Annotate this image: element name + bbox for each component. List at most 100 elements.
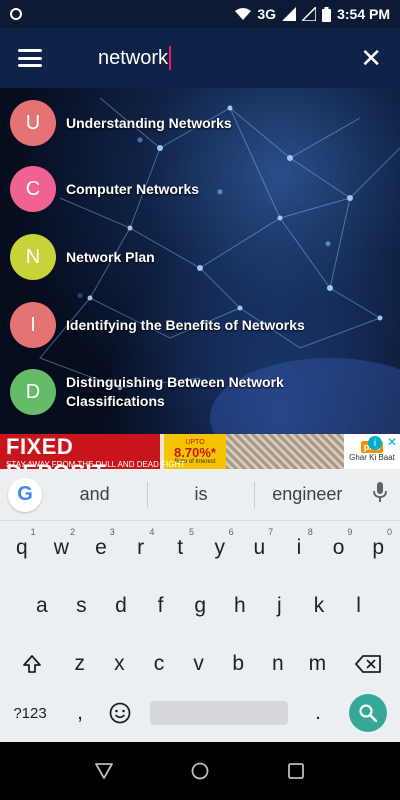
key-f-label: f	[157, 594, 164, 617]
key-e-label: e	[95, 536, 107, 559]
key-s[interactable]: s	[62, 584, 102, 628]
period-key[interactable]: .	[298, 691, 338, 735]
app-bar: network ✕	[0, 28, 400, 88]
google-icon[interactable]: G	[8, 477, 42, 512]
key-g-label: g	[194, 594, 207, 617]
result-item[interactable]: C Computer Networks	[0, 166, 400, 212]
network-type: 3G	[257, 6, 277, 22]
key-b-label: b	[232, 652, 245, 675]
text-cursor	[169, 46, 172, 70]
emoji-key[interactable]	[100, 691, 140, 735]
signal-icon-2	[302, 7, 317, 21]
result-item[interactable]: D Distinguishing Between Network Classifi…	[0, 369, 400, 415]
key-p-hint: 0	[386, 527, 392, 537]
key-k-label: k	[313, 594, 325, 617]
key-p[interactable]: p0	[358, 526, 398, 570]
keyboard-row-1: q1w2e3r4t5y6u7i8o9p0	[0, 526, 400, 584]
key-v[interactable]: v	[179, 642, 219, 686]
mic-icon[interactable]	[360, 482, 400, 507]
shift-key[interactable]	[12, 642, 52, 686]
result-label: Identifying the Benefits of Networks	[66, 316, 305, 333]
ad-artwork	[226, 434, 344, 469]
key-q[interactable]: q1	[2, 526, 42, 570]
clock: 3:54 PM	[337, 6, 390, 22]
result-avatar: I	[10, 302, 56, 348]
result-label: Computer Networks	[66, 180, 200, 197]
menu-icon[interactable]	[18, 49, 42, 67]
key-c-label: c	[153, 652, 165, 675]
search-key[interactable]	[348, 691, 388, 735]
key-t-hint: 5	[188, 527, 194, 537]
key-u[interactable]: u7	[240, 526, 280, 570]
result-item[interactable]: I Identifying the Benefits of Networks	[0, 302, 400, 348]
key-i-label: i	[296, 536, 302, 559]
key-k[interactable]: k	[299, 584, 339, 628]
ad-close-icon[interactable]: ✕	[387, 435, 397, 449]
home-icon[interactable]	[188, 759, 212, 783]
key-w-hint: 2	[70, 527, 76, 537]
result-item[interactable]: N Network Plan	[0, 234, 400, 280]
notification-icon	[10, 8, 22, 20]
key-e[interactable]: e3	[81, 526, 121, 570]
key-o-hint: 9	[347, 527, 353, 537]
key-u-label: u	[253, 536, 266, 559]
suggestion-3[interactable]: engineer	[255, 484, 360, 505]
key-t[interactable]: t5	[160, 526, 200, 570]
search-icon	[349, 694, 387, 732]
key-c[interactable]: c	[139, 642, 179, 686]
key-l[interactable]: l	[339, 584, 379, 628]
result-label: Network Plan	[66, 248, 155, 265]
key-n[interactable]: n	[258, 642, 298, 686]
key-t-label: t	[177, 536, 184, 559]
ad-title-block: FIXED DEPOSIT. STAY AWAY FROM THE DULL A…	[0, 434, 185, 469]
suggestion-bar: G and is engineer	[0, 469, 400, 521]
backspace-key[interactable]	[346, 642, 390, 686]
key-w[interactable]: w2	[42, 526, 82, 570]
recents-icon[interactable]	[284, 759, 308, 783]
comma-key[interactable]: ,	[60, 691, 100, 735]
key-x[interactable]: x	[100, 642, 140, 686]
key-l-label: l	[356, 594, 361, 617]
ad-brand-sub: Ghar Ki Baat	[349, 453, 395, 462]
symbols-key[interactable]: ?123	[4, 691, 56, 735]
key-h[interactable]: h	[220, 584, 260, 628]
key-y-label: y	[214, 536, 226, 559]
key-y[interactable]: y6	[200, 526, 240, 570]
key-x-label: x	[114, 652, 125, 675]
result-item[interactable]: U Understanding Networks	[0, 100, 400, 146]
result-label: Distinguishing Between Network Classific…	[66, 374, 284, 409]
back-icon[interactable]	[92, 759, 116, 783]
space-key[interactable]	[150, 691, 288, 735]
key-h-label: h	[233, 594, 246, 617]
suggestion-2[interactable]: is	[148, 484, 253, 505]
key-i-hint: 8	[307, 527, 313, 537]
key-z[interactable]: z	[60, 642, 100, 686]
keyboard-row-2: asdf g h j k l	[0, 584, 400, 642]
ad-info-icon[interactable]: i	[368, 436, 382, 450]
key-e-hint: 3	[109, 527, 115, 537]
keyboard: G and is engineer q1w2e3r4t5y6u7i8o9p0 a…	[0, 469, 400, 742]
key-b[interactable]: b	[218, 642, 258, 686]
search-input[interactable]: network	[98, 47, 168, 70]
result-avatar: D	[10, 369, 56, 415]
key-p-label: p	[372, 536, 385, 559]
key-a-label: a	[35, 594, 48, 617]
result-label: Understanding Networks	[66, 114, 232, 131]
key-r[interactable]: r4	[121, 526, 161, 570]
wifi-icon	[235, 8, 252, 20]
key-j-label: j	[277, 594, 282, 617]
key-m[interactable]: m	[298, 642, 338, 686]
ad-banner[interactable]: FIXED DEPOSIT. STAY AWAY FROM THE DULL A…	[0, 434, 400, 469]
key-g[interactable]: g	[180, 584, 220, 628]
ad-subtitle: STAY AWAY FROM THE DULL AND DEAD FIGHT	[6, 460, 186, 469]
key-a[interactable]: a	[22, 584, 62, 628]
suggestion-1[interactable]: and	[42, 484, 147, 505]
key-i[interactable]: i8	[279, 526, 319, 570]
key-f[interactable]: f	[141, 584, 181, 628]
keyboard-row-4: ?123 , .	[0, 691, 400, 749]
close-icon[interactable]: ✕	[360, 45, 382, 71]
key-j[interactable]: j	[260, 584, 300, 628]
key-o[interactable]: o9	[319, 526, 359, 570]
key-q-label: q	[15, 536, 28, 559]
key-d[interactable]: d	[101, 584, 141, 628]
